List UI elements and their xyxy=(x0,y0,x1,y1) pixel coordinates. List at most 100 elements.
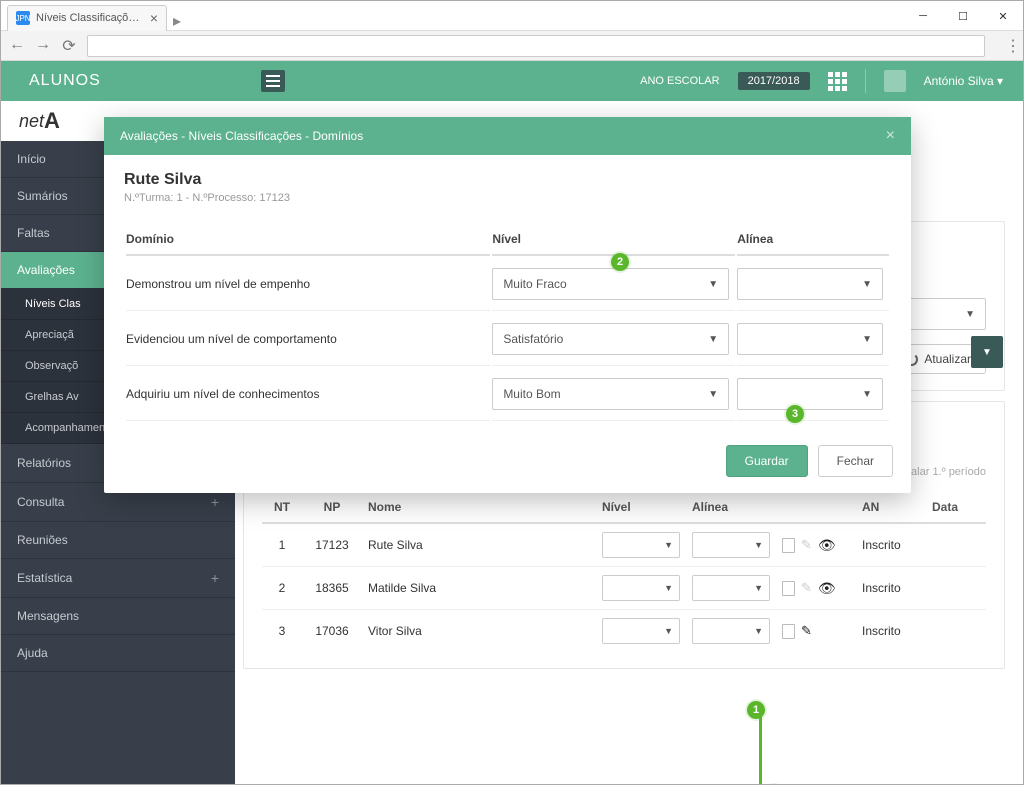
eye-icon[interactable]: 👁 xyxy=(818,580,836,597)
table-row: 117123Rute Silva ▼ ▼ ✎ 👁 Inscrito xyxy=(262,523,986,567)
address-input[interactable] xyxy=(87,35,985,57)
browser-tab[interactable]: JPN Níveis Classificações | ne × xyxy=(7,5,167,31)
cell-nt: 1 xyxy=(262,523,302,567)
cell-an: Inscrito xyxy=(856,610,926,653)
alinea-select[interactable]: ▼ xyxy=(692,532,770,558)
guardar-button[interactable]: Guardar xyxy=(726,445,808,477)
col-nt: NT xyxy=(262,492,302,523)
callout-bar xyxy=(759,713,762,784)
eye-icon[interactable]: 👁 xyxy=(818,537,836,554)
nivel-select[interactable]: ▼ xyxy=(602,532,680,558)
document-icon[interactable] xyxy=(782,538,795,553)
alinea-select[interactable]: ▼ xyxy=(737,323,883,355)
cell-an: Inscrito xyxy=(856,567,926,610)
modal-title: Avaliações - Níveis Classificações - Dom… xyxy=(120,129,363,143)
col-actions xyxy=(776,492,856,523)
browser-titlebar: JPN Níveis Classificações | ne × ▸ ─ ☐ ✕ xyxy=(1,1,1023,31)
modal-close-icon[interactable]: × xyxy=(886,127,895,145)
pen-icon[interactable]: ✎ xyxy=(801,580,812,596)
caret-down-icon: ▼ xyxy=(708,334,718,345)
school-year-label: ANO ESCOLAR xyxy=(640,75,719,87)
sidebar-item-estatistica[interactable]: Estatística+ xyxy=(1,559,235,598)
alinea-select[interactable]: ▼ xyxy=(692,618,770,644)
modal-col-dominio: Domínio xyxy=(126,224,490,256)
modal-student-meta: N.ºTurma: 1 - N.ºProcesso: 17123 xyxy=(124,192,891,204)
modal-col-alinea: Alínea xyxy=(737,224,889,256)
caret-down-icon: ▼ xyxy=(664,626,673,636)
window-close-icon[interactable]: ✕ xyxy=(983,1,1023,31)
caret-down-icon: ▼ xyxy=(664,583,673,593)
nav-back-icon[interactable]: ← xyxy=(9,36,25,56)
tab-close-icon[interactable]: × xyxy=(150,10,158,26)
browser-address-bar: ← → ⟳ ⋮ xyxy=(1,31,1023,61)
alinea-select[interactable]: ▼ xyxy=(692,575,770,601)
nivel-select[interactable]: Muito Fraco▼ xyxy=(492,268,729,300)
document-icon[interactable] xyxy=(782,624,795,639)
col-data: Data xyxy=(926,492,986,523)
caret-down-icon: ▾ xyxy=(997,74,1003,88)
col-np: NP xyxy=(302,492,362,523)
modal-header: Avaliações - Níveis Classificações - Dom… xyxy=(104,117,911,155)
caret-down-icon: ▼ xyxy=(754,540,763,550)
nav-forward-icon[interactable]: → xyxy=(35,36,51,56)
browser-menu-icon[interactable]: ⋮ xyxy=(995,36,1015,56)
nivel-select[interactable]: ▼ xyxy=(602,618,680,644)
modal-dominios: Avaliações - Níveis Classificações - Dom… xyxy=(104,117,911,493)
caret-down-icon: ▼ xyxy=(862,279,872,290)
cell-nt: 2 xyxy=(262,567,302,610)
modal-col-nivel: Nível xyxy=(492,224,735,256)
nivel-select[interactable]: Satisfatório▼ xyxy=(492,323,729,355)
sidebar-item-reunioes[interactable]: Reuniões xyxy=(1,522,235,559)
new-tab-button[interactable]: ▸ xyxy=(167,11,187,31)
table-row: 317036Vitor Silva▼▼✎Inscrito xyxy=(262,610,986,653)
modal-row: Evidenciou um nível de comportamentoSati… xyxy=(126,313,889,366)
caret-down-icon: ▼ xyxy=(862,334,872,345)
window-maximize-icon[interactable]: ☐ xyxy=(943,1,983,31)
callout-badge-1: 1 xyxy=(747,701,765,719)
cell-data xyxy=(926,567,986,610)
apps-grid-icon[interactable] xyxy=(828,72,847,91)
caret-down-icon: ▼ xyxy=(664,540,673,550)
hamburger-icon[interactable] xyxy=(261,70,285,92)
alinea-select[interactable]: ▼ xyxy=(737,268,883,300)
sidebar-item-ajuda[interactable]: Ajuda xyxy=(1,635,235,672)
dark-dropdown-button[interactable]: ▼ xyxy=(971,336,1003,368)
pen-icon[interactable]: ✎ xyxy=(801,537,812,553)
dominio-label: Demonstrou um nível de empenho xyxy=(126,258,490,311)
col-nivel: Nível xyxy=(596,492,686,523)
app-topnav: ALUNOS ANO ESCOLAR 2017/2018 António Sil… xyxy=(1,61,1023,101)
cell-nome: Matilde Silva xyxy=(362,567,596,610)
nivel-select[interactable]: Muito Bom▼ xyxy=(492,378,729,410)
window-minimize-icon[interactable]: ─ xyxy=(903,1,943,31)
tab-favicon: JPN xyxy=(16,11,30,25)
cell-an: Inscrito xyxy=(856,523,926,567)
col-alinea: Alínea xyxy=(686,492,776,523)
cell-data xyxy=(926,523,986,567)
cell-nome: Rute Silva xyxy=(362,523,596,567)
caret-down-icon: ▼ xyxy=(862,389,872,400)
school-year-value[interactable]: 2017/2018 xyxy=(738,72,810,90)
alinea-select[interactable]: ▼ xyxy=(737,378,883,410)
modal-row: Adquiriu um nível de conhecimentosMuito … xyxy=(126,368,889,421)
separator xyxy=(865,69,866,93)
pen-icon[interactable]: ✎ xyxy=(801,623,812,639)
user-menu[interactable]: António Silva ▾ xyxy=(924,74,1003,88)
caret-down-icon: ▼ xyxy=(754,626,763,636)
sidebar-item-mensagens[interactable]: Mensagens xyxy=(1,598,235,635)
avatar[interactable] xyxy=(884,70,906,92)
callout-badge-2: 2 xyxy=(611,253,629,271)
app-brand: ALUNOS xyxy=(29,72,101,90)
caret-down-icon: ▼ xyxy=(754,583,763,593)
modal-row: Demonstrou um nível de empenhoMuito Frac… xyxy=(126,258,889,311)
document-icon[interactable] xyxy=(782,581,795,596)
dominio-label: Adquiriu um nível de conhecimentos xyxy=(126,368,490,421)
nivel-select[interactable]: ▼ xyxy=(602,575,680,601)
caret-down-icon: ▼ xyxy=(708,389,718,400)
fechar-button[interactable]: Fechar xyxy=(818,445,893,477)
caret-down-icon: ▼ xyxy=(965,309,975,320)
dominio-label: Evidenciou um nível de comportamento xyxy=(126,313,490,366)
col-an: AN xyxy=(856,492,926,523)
cell-np: 17123 xyxy=(302,523,362,567)
cell-nt: 3 xyxy=(262,610,302,653)
nav-reload-icon[interactable]: ⟳ xyxy=(61,36,77,56)
